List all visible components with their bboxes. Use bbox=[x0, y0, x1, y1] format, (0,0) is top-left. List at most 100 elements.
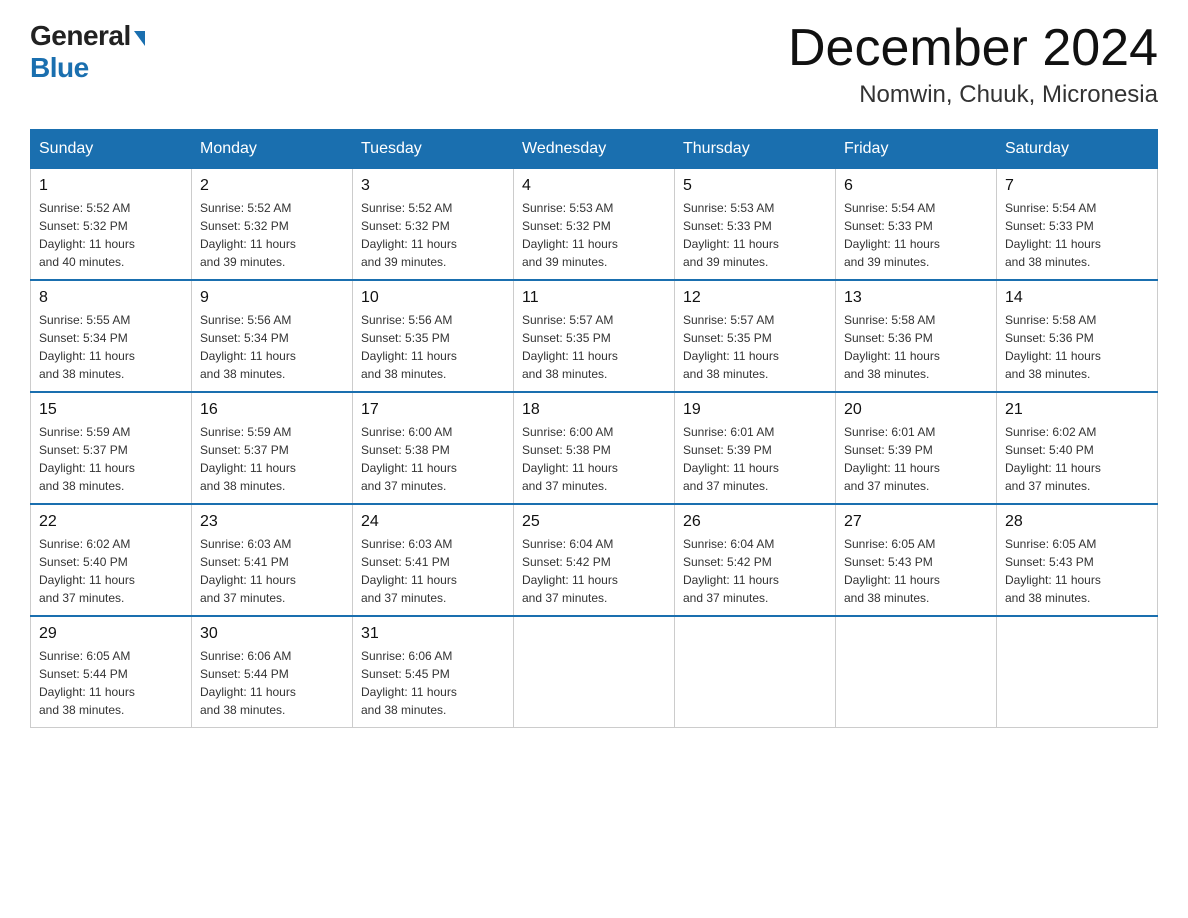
calendar-week-row: 15 Sunrise: 5:59 AM Sunset: 5:37 PM Dayl… bbox=[31, 392, 1158, 504]
month-year-title: December 2024 bbox=[788, 20, 1158, 77]
calendar-cell: 11 Sunrise: 5:57 AM Sunset: 5:35 PM Dayl… bbox=[514, 280, 675, 392]
day-number: 24 bbox=[361, 513, 505, 531]
logo: General Blue bbox=[30, 20, 145, 84]
column-header-saturday: Saturday bbox=[997, 130, 1158, 169]
day-info: Sunrise: 6:02 AM Sunset: 5:40 PM Dayligh… bbox=[39, 535, 183, 607]
day-info: Sunrise: 6:05 AM Sunset: 5:44 PM Dayligh… bbox=[39, 647, 183, 719]
day-info: Sunrise: 5:55 AM Sunset: 5:34 PM Dayligh… bbox=[39, 311, 183, 383]
day-info: Sunrise: 6:04 AM Sunset: 5:42 PM Dayligh… bbox=[522, 535, 666, 607]
calendar-cell: 10 Sunrise: 5:56 AM Sunset: 5:35 PM Dayl… bbox=[353, 280, 514, 392]
day-number: 1 bbox=[39, 177, 183, 195]
day-info: Sunrise: 5:59 AM Sunset: 5:37 PM Dayligh… bbox=[200, 423, 344, 495]
calendar-cell: 30 Sunrise: 6:06 AM Sunset: 5:44 PM Dayl… bbox=[192, 616, 353, 728]
day-info: Sunrise: 5:56 AM Sunset: 5:35 PM Dayligh… bbox=[361, 311, 505, 383]
calendar-cell: 19 Sunrise: 6:01 AM Sunset: 5:39 PM Dayl… bbox=[675, 392, 836, 504]
calendar-cell: 5 Sunrise: 5:53 AM Sunset: 5:33 PM Dayli… bbox=[675, 169, 836, 281]
day-number: 19 bbox=[683, 401, 827, 419]
day-info: Sunrise: 6:04 AM Sunset: 5:42 PM Dayligh… bbox=[683, 535, 827, 607]
day-info: Sunrise: 6:06 AM Sunset: 5:44 PM Dayligh… bbox=[200, 647, 344, 719]
day-number: 3 bbox=[361, 177, 505, 195]
column-header-tuesday: Tuesday bbox=[353, 130, 514, 169]
day-info: Sunrise: 6:00 AM Sunset: 5:38 PM Dayligh… bbox=[522, 423, 666, 495]
location-subtitle: Nomwin, Chuuk, Micronesia bbox=[788, 81, 1158, 109]
calendar-cell: 15 Sunrise: 5:59 AM Sunset: 5:37 PM Dayl… bbox=[31, 392, 192, 504]
calendar-header-row: SundayMondayTuesdayWednesdayThursdayFrid… bbox=[31, 130, 1158, 169]
day-number: 23 bbox=[200, 513, 344, 531]
calendar-cell: 29 Sunrise: 6:05 AM Sunset: 5:44 PM Dayl… bbox=[31, 616, 192, 728]
day-number: 5 bbox=[683, 177, 827, 195]
day-info: Sunrise: 5:56 AM Sunset: 5:34 PM Dayligh… bbox=[200, 311, 344, 383]
day-number: 18 bbox=[522, 401, 666, 419]
calendar-cell: 17 Sunrise: 6:00 AM Sunset: 5:38 PM Dayl… bbox=[353, 392, 514, 504]
day-number: 6 bbox=[844, 177, 988, 195]
day-info: Sunrise: 6:05 AM Sunset: 5:43 PM Dayligh… bbox=[1005, 535, 1149, 607]
day-info: Sunrise: 5:57 AM Sunset: 5:35 PM Dayligh… bbox=[683, 311, 827, 383]
day-info: Sunrise: 5:52 AM Sunset: 5:32 PM Dayligh… bbox=[39, 199, 183, 271]
day-number: 13 bbox=[844, 289, 988, 307]
calendar-cell: 2 Sunrise: 5:52 AM Sunset: 5:32 PM Dayli… bbox=[192, 169, 353, 281]
calendar-cell bbox=[514, 616, 675, 728]
day-info: Sunrise: 5:59 AM Sunset: 5:37 PM Dayligh… bbox=[39, 423, 183, 495]
calendar-cell bbox=[836, 616, 997, 728]
day-number: 29 bbox=[39, 625, 183, 643]
calendar-table: SundayMondayTuesdayWednesdayThursdayFrid… bbox=[30, 129, 1158, 728]
day-number: 25 bbox=[522, 513, 666, 531]
day-info: Sunrise: 6:05 AM Sunset: 5:43 PM Dayligh… bbox=[844, 535, 988, 607]
day-number: 17 bbox=[361, 401, 505, 419]
logo-blue-text: Blue bbox=[30, 52, 89, 83]
calendar-cell: 31 Sunrise: 6:06 AM Sunset: 5:45 PM Dayl… bbox=[353, 616, 514, 728]
day-info: Sunrise: 5:52 AM Sunset: 5:32 PM Dayligh… bbox=[200, 199, 344, 271]
day-number: 21 bbox=[1005, 401, 1149, 419]
calendar-cell: 20 Sunrise: 6:01 AM Sunset: 5:39 PM Dayl… bbox=[836, 392, 997, 504]
day-info: Sunrise: 5:52 AM Sunset: 5:32 PM Dayligh… bbox=[361, 199, 505, 271]
calendar-cell: 7 Sunrise: 5:54 AM Sunset: 5:33 PM Dayli… bbox=[997, 169, 1158, 281]
day-number: 26 bbox=[683, 513, 827, 531]
day-number: 22 bbox=[39, 513, 183, 531]
calendar-cell: 18 Sunrise: 6:00 AM Sunset: 5:38 PM Dayl… bbox=[514, 392, 675, 504]
calendar-week-row: 8 Sunrise: 5:55 AM Sunset: 5:34 PM Dayli… bbox=[31, 280, 1158, 392]
calendar-cell bbox=[997, 616, 1158, 728]
day-info: Sunrise: 6:03 AM Sunset: 5:41 PM Dayligh… bbox=[361, 535, 505, 607]
day-number: 7 bbox=[1005, 177, 1149, 195]
day-info: Sunrise: 5:58 AM Sunset: 5:36 PM Dayligh… bbox=[844, 311, 988, 383]
logo-general-text: General bbox=[30, 20, 131, 52]
calendar-cell: 12 Sunrise: 5:57 AM Sunset: 5:35 PM Dayl… bbox=[675, 280, 836, 392]
calendar-cell: 4 Sunrise: 5:53 AM Sunset: 5:32 PM Dayli… bbox=[514, 169, 675, 281]
calendar-cell: 6 Sunrise: 5:54 AM Sunset: 5:33 PM Dayli… bbox=[836, 169, 997, 281]
day-info: Sunrise: 5:54 AM Sunset: 5:33 PM Dayligh… bbox=[844, 199, 988, 271]
calendar-week-row: 1 Sunrise: 5:52 AM Sunset: 5:32 PM Dayli… bbox=[31, 169, 1158, 281]
calendar-cell bbox=[675, 616, 836, 728]
calendar-cell: 26 Sunrise: 6:04 AM Sunset: 5:42 PM Dayl… bbox=[675, 504, 836, 616]
calendar-cell: 8 Sunrise: 5:55 AM Sunset: 5:34 PM Dayli… bbox=[31, 280, 192, 392]
day-info: Sunrise: 6:06 AM Sunset: 5:45 PM Dayligh… bbox=[361, 647, 505, 719]
day-info: Sunrise: 6:00 AM Sunset: 5:38 PM Dayligh… bbox=[361, 423, 505, 495]
calendar-cell: 28 Sunrise: 6:05 AM Sunset: 5:43 PM Dayl… bbox=[997, 504, 1158, 616]
day-number: 4 bbox=[522, 177, 666, 195]
day-number: 14 bbox=[1005, 289, 1149, 307]
calendar-cell: 1 Sunrise: 5:52 AM Sunset: 5:32 PM Dayli… bbox=[31, 169, 192, 281]
calendar-cell: 13 Sunrise: 5:58 AM Sunset: 5:36 PM Dayl… bbox=[836, 280, 997, 392]
calendar-cell: 23 Sunrise: 6:03 AM Sunset: 5:41 PM Dayl… bbox=[192, 504, 353, 616]
title-section: December 2024 Nomwin, Chuuk, Micronesia bbox=[788, 20, 1158, 109]
day-info: Sunrise: 6:01 AM Sunset: 5:39 PM Dayligh… bbox=[683, 423, 827, 495]
calendar-cell: 16 Sunrise: 5:59 AM Sunset: 5:37 PM Dayl… bbox=[192, 392, 353, 504]
day-number: 9 bbox=[200, 289, 344, 307]
calendar-cell: 9 Sunrise: 5:56 AM Sunset: 5:34 PM Dayli… bbox=[192, 280, 353, 392]
day-number: 30 bbox=[200, 625, 344, 643]
calendar-cell: 24 Sunrise: 6:03 AM Sunset: 5:41 PM Dayl… bbox=[353, 504, 514, 616]
day-number: 10 bbox=[361, 289, 505, 307]
column-header-thursday: Thursday bbox=[675, 130, 836, 169]
calendar-cell: 27 Sunrise: 6:05 AM Sunset: 5:43 PM Dayl… bbox=[836, 504, 997, 616]
day-info: Sunrise: 6:01 AM Sunset: 5:39 PM Dayligh… bbox=[844, 423, 988, 495]
column-header-friday: Friday bbox=[836, 130, 997, 169]
day-info: Sunrise: 5:57 AM Sunset: 5:35 PM Dayligh… bbox=[522, 311, 666, 383]
page-header: General Blue December 2024 Nomwin, Chuuk… bbox=[30, 20, 1158, 109]
day-info: Sunrise: 5:53 AM Sunset: 5:33 PM Dayligh… bbox=[683, 199, 827, 271]
column-header-wednesday: Wednesday bbox=[514, 130, 675, 169]
day-info: Sunrise: 5:53 AM Sunset: 5:32 PM Dayligh… bbox=[522, 199, 666, 271]
day-number: 28 bbox=[1005, 513, 1149, 531]
calendar-cell: 21 Sunrise: 6:02 AM Sunset: 5:40 PM Dayl… bbox=[997, 392, 1158, 504]
day-info: Sunrise: 5:54 AM Sunset: 5:33 PM Dayligh… bbox=[1005, 199, 1149, 271]
calendar-cell: 14 Sunrise: 5:58 AM Sunset: 5:36 PM Dayl… bbox=[997, 280, 1158, 392]
calendar-cell: 22 Sunrise: 6:02 AM Sunset: 5:40 PM Dayl… bbox=[31, 504, 192, 616]
